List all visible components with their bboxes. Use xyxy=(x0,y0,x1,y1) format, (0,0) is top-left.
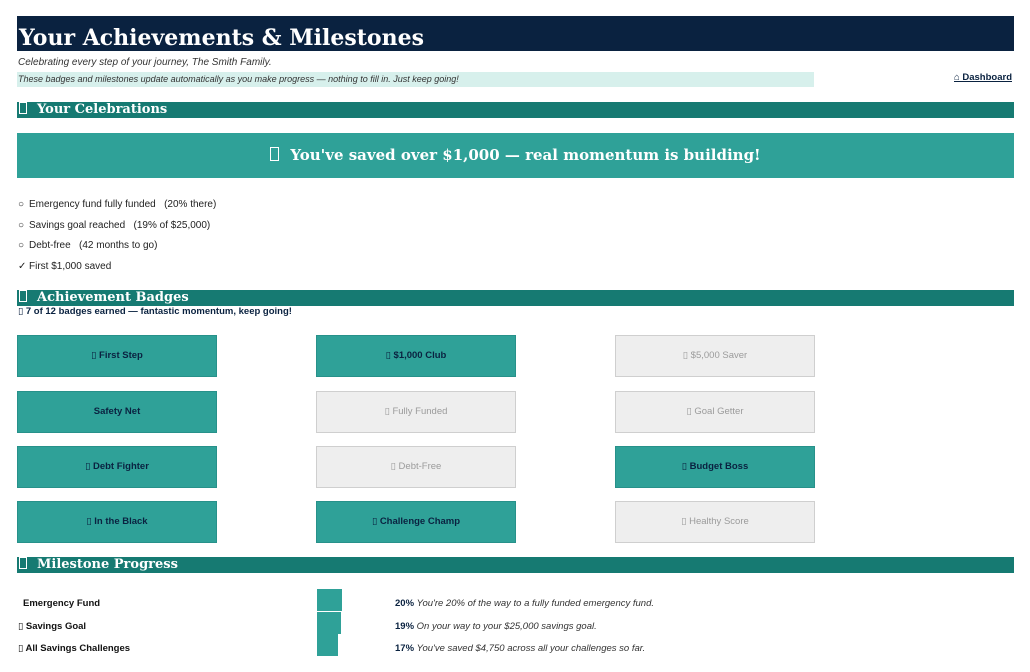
badge-label: In the Black xyxy=(94,516,148,527)
badge-healthy-score[interactable]: ▯ Healthy Score xyxy=(615,501,815,543)
badge-label: $5,000 Saver xyxy=(690,350,748,361)
milestone-label-text: All Savings Challenges xyxy=(25,643,131,654)
badge-label: Healthy Score xyxy=(689,516,749,527)
celebration-text: You've saved over $1,000 — real momentum… xyxy=(290,146,761,164)
badge-summary-text: 7 of 12 badges earned — fantastic moment… xyxy=(25,306,292,317)
section-badges: Achievement Badges xyxy=(17,290,1014,306)
progress-fill xyxy=(317,589,342,611)
badge-1-000-club[interactable]: ▯ $1,000 Club xyxy=(316,335,516,377)
list-item: ○ Emergency fund fully funded (20% there) xyxy=(18,197,216,218)
badge-icon: ▯ xyxy=(371,516,380,527)
badge-safety-net[interactable]: Safety Net xyxy=(17,391,217,433)
list-item: ○ Savings goal reached (19% of $25,000) xyxy=(18,218,216,239)
milestone-percent: 19% xyxy=(395,621,417,632)
lock-icon: ▯ xyxy=(682,350,691,361)
section-title: Your Celebrations xyxy=(37,102,168,117)
lock-icon: ▯ xyxy=(390,461,399,472)
celebration-banner: You've saved over $1,000 — real momentum… xyxy=(17,133,1014,178)
badge-fully-funded[interactable]: ▯ Fully Funded xyxy=(316,391,516,433)
dashboard-link[interactable]: ⌂ Dashboard xyxy=(954,72,1012,83)
badge-debt-fighter[interactable]: ▯ Debt Fighter xyxy=(17,446,217,488)
status-icon: ○ xyxy=(18,219,25,231)
milestone-label: ▯ Savings Goal xyxy=(18,621,86,632)
badge-icon: ▯ xyxy=(681,461,690,472)
status-icon: ○ xyxy=(18,240,25,251)
lock-icon: ▯ xyxy=(681,516,690,527)
badge-challenge-champ[interactable]: ▯ Challenge Champ xyxy=(316,501,516,543)
section-title: Achievement Badges xyxy=(37,290,189,305)
section-title: Milestone Progress xyxy=(37,557,178,572)
milestone-description: 19% On your way to your $25,000 savings … xyxy=(395,621,597,632)
flag-icon xyxy=(19,557,27,569)
page-title: Your Achievements & Milestones xyxy=(17,16,1014,51)
milestone-percent: 20% xyxy=(395,598,417,609)
milestone-label: Emergency Fund xyxy=(23,598,100,609)
badge-label: Fully Funded xyxy=(392,406,448,417)
badge-label: Goal Getter xyxy=(694,406,744,417)
milestone-percent: 17% xyxy=(395,643,417,654)
list-item: ○ Debt-free (42 months to go) xyxy=(18,238,216,259)
milestone-description: 17% You've saved $4,750 across all your … xyxy=(395,643,645,654)
badge-budget-boss[interactable]: ▯ Budget Boss xyxy=(615,446,815,488)
badge-icon: ▯ xyxy=(385,350,394,361)
target-icon: ▯ xyxy=(18,643,26,654)
trophy-icon xyxy=(270,147,280,161)
badge-summary: ▯ 7 of 12 badges earned — fantastic mome… xyxy=(18,306,292,317)
badge-first-step[interactable]: ▯ First Step xyxy=(17,335,217,377)
badge-label: $1,000 Club xyxy=(393,350,447,361)
progress-fill xyxy=(317,612,341,634)
info-note: These badges and milestones update autom… xyxy=(17,72,814,87)
medal-icon xyxy=(19,290,27,302)
target-icon: ▯ xyxy=(18,621,26,632)
progress-fill xyxy=(317,634,339,656)
badge-label: Budget Boss xyxy=(689,461,749,472)
list-item-text: First $1,000 saved xyxy=(29,260,112,272)
badge-label: First Step xyxy=(99,350,143,361)
star-icon: ▯ xyxy=(18,306,26,317)
milestone-text: You're 20% of the way to a fully funded … xyxy=(416,598,655,609)
check-icon: ✓ xyxy=(18,260,27,272)
badge-in-the-black[interactable]: ▯ In the Black xyxy=(17,501,217,543)
list-item-text: Emergency fund fully funded (20% there) xyxy=(29,199,217,210)
section-celebrations: Your Celebrations xyxy=(17,102,1014,118)
milestone-label-text: Emergency Fund xyxy=(23,598,101,609)
list-item-text: Debt-free (42 months to go) xyxy=(29,240,158,251)
badge-label: Challenge Champ xyxy=(379,516,461,527)
milestone-text: On your way to your $25,000 savings goal… xyxy=(416,621,597,632)
badge-5-000-saver[interactable]: ▯ $5,000 Saver xyxy=(615,335,815,377)
list-item: ✓ First $1,000 saved xyxy=(18,259,216,280)
badge-goal-getter[interactable]: ▯ Goal Getter xyxy=(615,391,815,433)
badge-icon: ▯ xyxy=(91,350,100,361)
milestone-label: ▯ All Savings Challenges xyxy=(18,643,130,654)
milestone-label-text: Savings Goal xyxy=(25,621,87,632)
milestone-text: You've saved $4,750 across all your chal… xyxy=(416,643,646,654)
badge-label: Debt-Free xyxy=(398,461,442,472)
milestone-description: 20% You're 20% of the way to a fully fun… xyxy=(395,598,654,609)
status-icon: ○ xyxy=(18,199,25,210)
badge-debt-free[interactable]: ▯ Debt-Free xyxy=(316,446,516,488)
page-subtitle: Celebrating every step of your journey, … xyxy=(18,57,272,68)
badge-label: Safety Net xyxy=(93,406,141,417)
badge-icon: ▯ xyxy=(85,461,93,472)
section-milestones: Milestone Progress xyxy=(17,557,1014,573)
party-icon xyxy=(19,102,27,114)
list-item-text: Savings goal reached (19% of $25,000) xyxy=(29,219,211,231)
badge-label: Debt Fighter xyxy=(92,461,149,472)
celebration-list: ○ Emergency fund fully funded (20% there)… xyxy=(18,197,216,279)
